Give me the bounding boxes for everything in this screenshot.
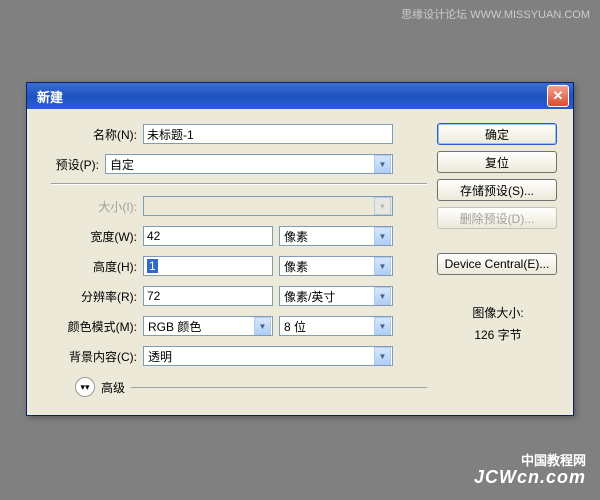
device-central-button[interactable]: Device Central(E)... [437, 253, 557, 275]
dialog-body: 名称(N): 预设(P): 自定 ▼ 大小(I): ▼ 宽度(W): [27, 109, 573, 415]
colordepth-select[interactable]: 8 位 ▼ [279, 316, 393, 336]
form-area: 名称(N): 预设(P): 自定 ▼ 大小(I): ▼ 宽度(W): [41, 123, 437, 397]
name-label: 名称(N): [41, 126, 143, 143]
dialog-title: 新建 [37, 87, 547, 106]
divider [131, 387, 427, 388]
side-buttons: 确定 复位 存储预设(S)... 删除预设(D)... Device Centr… [437, 123, 559, 397]
reset-button[interactable]: 复位 [437, 151, 557, 173]
titlebar: 新建 ✕ [27, 83, 573, 109]
width-label: 宽度(W): [41, 228, 143, 245]
colormode-select[interactable]: RGB 颜色 ▼ [143, 316, 273, 336]
chevron-down-icon: ▼ [374, 155, 391, 173]
colormode-value: RGB 颜色 [148, 318, 201, 335]
close-icon: ✕ [553, 88, 564, 104]
divider [51, 183, 427, 185]
size-select: ▼ [143, 196, 393, 216]
chevron-down-icon: ▼ [374, 347, 391, 365]
chevron-down-icon: ▼ [374, 197, 391, 215]
width-unit-select[interactable]: 像素 ▼ [279, 226, 393, 246]
bgcontent-select[interactable]: 透明 ▼ [143, 346, 393, 366]
resolution-unit-value: 像素/英寸 [284, 288, 335, 305]
preset-value: 自定 [110, 156, 134, 173]
expand-button[interactable]: ▾▾ [75, 377, 95, 397]
resolution-input[interactable] [143, 286, 273, 306]
close-button[interactable]: ✕ [547, 85, 569, 107]
name-input[interactable] [143, 124, 393, 144]
chevron-down-icon: ▼ [374, 257, 391, 275]
width-input[interactable] [143, 226, 273, 246]
ok-button[interactable]: 确定 [437, 123, 557, 145]
image-size-info: 图像大小: 126 字节 [437, 303, 559, 346]
preset-select[interactable]: 自定 ▼ [105, 154, 393, 174]
colormode-label: 颜色模式(M): [41, 318, 143, 335]
save-preset-button[interactable]: 存储预设(S)... [437, 179, 557, 201]
height-unit-value: 像素 [284, 258, 308, 275]
resolution-unit-select[interactable]: 像素/英寸 ▼ [279, 286, 393, 306]
delete-preset-button: 删除预设(D)... [437, 207, 557, 229]
colordepth-value: 8 位 [284, 318, 306, 335]
watermark-bottom: 中国教程网 JCWcn.com [474, 450, 586, 488]
bgcontent-value: 透明 [148, 348, 172, 365]
preset-label: 预设(P): [41, 156, 105, 173]
chevron-down-icon: ▼ [254, 317, 271, 335]
chevron-down-icon: ▼ [374, 317, 391, 335]
advanced-label: 高级 [101, 379, 125, 396]
height-input[interactable]: 1 [143, 256, 273, 276]
bgcontent-label: 背景内容(C): [41, 348, 143, 365]
height-label: 高度(H): [41, 258, 143, 275]
resolution-label: 分辨率(R): [41, 288, 143, 305]
watermark-top: 思缘设计论坛 WWW.MISSYUAN.COM [401, 6, 590, 22]
chevron-down-icon: ▼ [374, 287, 391, 305]
image-size-label: 图像大小: [437, 303, 559, 325]
advanced-section: ▾▾ 高级 [41, 377, 427, 397]
width-unit-value: 像素 [284, 228, 308, 245]
height-unit-select[interactable]: 像素 ▼ [279, 256, 393, 276]
image-size-value: 126 字节 [437, 325, 559, 347]
size-label: 大小(I): [41, 198, 143, 215]
chevron-down-icon: ▾▾ [80, 382, 89, 393]
chevron-down-icon: ▼ [374, 227, 391, 245]
new-document-dialog: 新建 ✕ 名称(N): 预设(P): 自定 ▼ 大小(I): [26, 82, 574, 416]
